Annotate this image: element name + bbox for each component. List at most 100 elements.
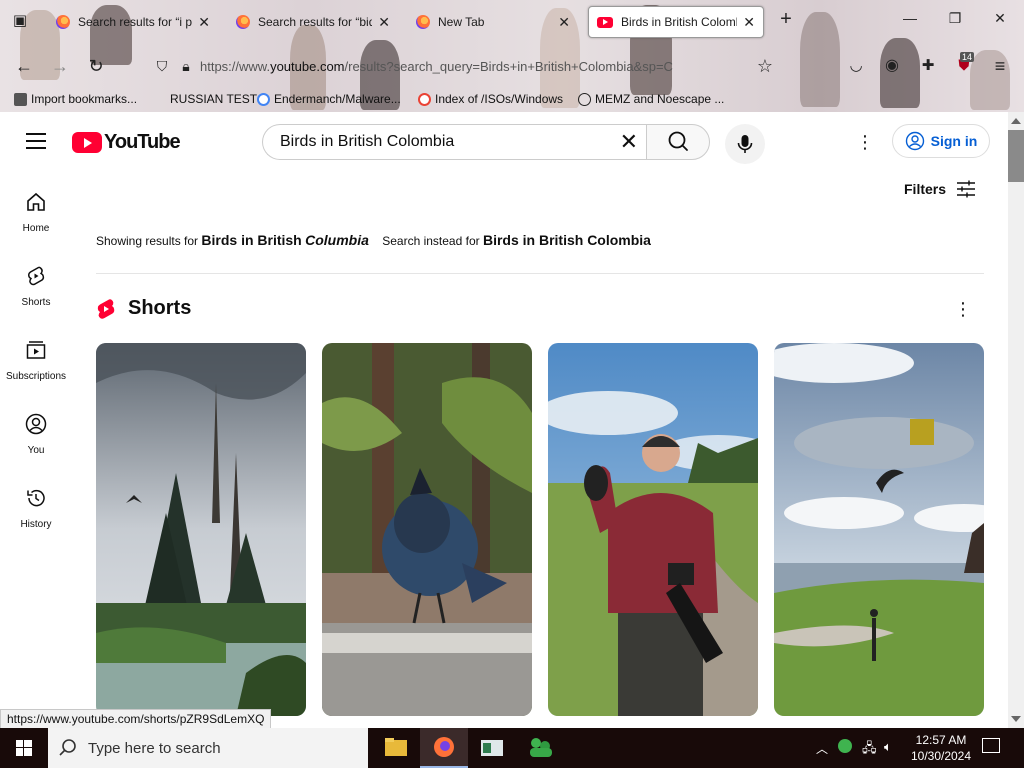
tab-close-icon[interactable]: ✕: [743, 14, 755, 31]
tab-search-results-1[interactable]: Search results for “i ple ✕: [48, 6, 218, 38]
people-tray-icon[interactable]: [838, 739, 852, 753]
search-icon: [668, 131, 688, 151]
sidebar-item-label: History: [20, 519, 52, 530]
minimize-icon[interactable]: —: [898, 10, 922, 26]
tab-new-tab[interactable]: New Tab ✕: [408, 6, 578, 38]
new-tab-icon[interactable]: +: [774, 8, 798, 31]
youtube-logo[interactable]: YouTube: [72, 131, 181, 154]
sidebar-item-subscriptions[interactable]: Subscriptions: [0, 338, 72, 382]
close-window-icon[interactable]: ✕: [988, 10, 1012, 27]
sidebar-item-shorts[interactable]: Shorts: [0, 264, 72, 308]
back-icon[interactable]: ←: [12, 55, 36, 77]
sidebar-item-you[interactable]: You: [0, 412, 72, 456]
tab-close-icon[interactable]: ✕: [558, 14, 570, 31]
filters-button[interactable]: Filters: [904, 180, 976, 198]
bookmarks-bar: Import bookmarks... RUSSIAN TEST Enderma…: [0, 88, 1024, 112]
microphone-icon: [737, 135, 753, 153]
tab-birds-youtube[interactable]: Birds in British Colomb ✕: [588, 6, 764, 38]
short-thumbnail-stellers-jay[interactable]: [322, 343, 532, 716]
url-prefix: https://www.: [200, 58, 271, 74]
url-bar[interactable]: https://www. youtube.com/results?search_q…: [200, 52, 750, 80]
bookmark-endermanch[interactable]: Endermanch/Malware...: [257, 92, 401, 106]
firefox-icon: [416, 15, 430, 29]
tab-close-icon[interactable]: ✕: [198, 14, 210, 31]
youtube-header: YouTube ✕ ⋮ Sign in: [0, 112, 1008, 172]
shorts-shelf-menu-icon[interactable]: ⋮: [954, 298, 972, 320]
bookmark-label: MEMZ and Noescape ...: [595, 92, 725, 106]
sidebar-item-history[interactable]: History: [0, 486, 72, 530]
bookmark-label: RUSSIAN TEST: [170, 92, 258, 106]
search-input[interactable]: [278, 132, 612, 152]
url-domain: youtube.com: [270, 58, 345, 74]
corrected-query-link[interactable]: Birds in British Columbia: [201, 232, 368, 248]
restore-icon[interactable]: ❐: [943, 10, 967, 27]
sign-in-label: Sign in: [930, 133, 978, 149]
scroll-down-arrow-icon[interactable]: [1011, 716, 1021, 722]
lock-icon[interactable]: 🔒︎: [174, 55, 198, 77]
search-button[interactable]: [646, 124, 710, 160]
short-thumbnail-hilltop-kite[interactable]: [774, 343, 984, 716]
pocket-icon[interactable]: ◡: [844, 55, 868, 77]
youtube-play-icon: [72, 132, 102, 153]
bookmark-import[interactable]: Import bookmarks...: [14, 92, 137, 106]
scrollbar-thumb[interactable]: [1008, 130, 1024, 182]
settings-more-icon[interactable]: ⋮: [855, 132, 875, 152]
youtube-icon: [597, 16, 613, 28]
clear-search-icon[interactable]: ✕: [620, 131, 638, 153]
account-icon[interactable]: ◉: [880, 55, 904, 77]
tab-close-icon[interactable]: ✕: [378, 14, 390, 31]
sign-in-button[interactable]: Sign in: [892, 124, 990, 158]
bookmark-label: Endermanch/Malware...: [274, 92, 401, 106]
shield-icon[interactable]: ⛉: [150, 55, 174, 77]
notifications-icon[interactable]: [982, 738, 1000, 753]
app-window-taskbar-icon[interactable]: [468, 728, 516, 768]
tab-bar: ▣ Search results for “i ple ✕ Search res…: [0, 0, 1024, 44]
short-thumbnail-birder-photographer[interactable]: [548, 343, 758, 716]
search-box: ✕: [262, 124, 646, 160]
bookmark-memz[interactable]: MEMZ and Noescape ...: [578, 92, 724, 106]
system-clock[interactable]: 12:57 AM 10/30/2024: [908, 732, 974, 764]
forward-icon[interactable]: →: [48, 55, 72, 77]
bookmark-label: Import bookmarks...: [31, 92, 138, 106]
shorts-icon: [27, 266, 45, 286]
bookmark-russian-test[interactable]: RUSSIAN TEST: [170, 92, 257, 106]
shorts-shelf-header: Shorts: [96, 297, 191, 320]
link-status-bar: https://www.youtube.com/shorts/pZR9SdLem…: [0, 709, 272, 729]
taskbar-search-box[interactable]: Type here to search: [48, 728, 368, 768]
short-image-hilltop: [774, 343, 984, 716]
url-path: /results?search_query=Birds+in+British+C…: [344, 58, 673, 74]
navigation-bar: ← → ↻ ⛉ 🔒︎ https://www. youtube.com/resul…: [0, 44, 1024, 88]
file-explorer-taskbar-icon[interactable]: [372, 728, 420, 768]
clock-date: 10/30/2024: [910, 749, 972, 763]
tab-title: New Tab: [438, 15, 485, 29]
start-button[interactable]: [0, 728, 48, 768]
menu-icon[interactable]: ≡: [988, 55, 1012, 77]
sidebar-item-home[interactable]: Home: [0, 190, 72, 234]
network-icon[interactable]: 🖧︎: [862, 739, 877, 761]
import-icon: [14, 92, 27, 106]
bookmark-index-isos[interactable]: Index of /ISOs/Windows: [418, 92, 563, 106]
guide-menu-icon[interactable]: [26, 133, 46, 149]
clock-time: 12:57 AM: [915, 733, 967, 747]
short-thumbnail-lake-bird[interactable]: [96, 343, 306, 716]
reload-icon[interactable]: ↻: [84, 55, 108, 77]
volume-icon[interactable]: 🔈︎: [884, 739, 892, 755]
tab-search-results-2[interactable]: Search results for “bide ✕: [228, 6, 398, 38]
windows-logo-icon: [16, 740, 32, 756]
page-scrollbar[interactable]: [1008, 112, 1024, 728]
browser-chrome: ▣ Search results for “i ple ✕ Search res…: [0, 0, 1024, 112]
firefox-view-icon[interactable]: ▣: [8, 10, 32, 32]
scroll-up-arrow-icon[interactable]: [1011, 118, 1021, 124]
bookmark-star-icon[interactable]: ☆: [753, 55, 777, 77]
voice-search-button[interactable]: [725, 124, 765, 164]
firefox-taskbar-icon[interactable]: [420, 728, 468, 768]
logo-text: YouTube: [104, 131, 181, 153]
green-figures-taskbar-icon[interactable]: [516, 728, 564, 768]
extensions-icon[interactable]: ✚: [916, 55, 940, 77]
spelling-correction: Showing results for Birds in British Col…: [96, 232, 651, 248]
show-hidden-icons-chevron-icon[interactable]: ︿: [816, 740, 828, 757]
original-query-link[interactable]: Birds in British Colombia: [483, 232, 651, 248]
sidebar-item-label: You: [27, 445, 45, 456]
corrected-query-plain: Birds in British: [201, 232, 302, 248]
globe-icon: [578, 92, 591, 106]
